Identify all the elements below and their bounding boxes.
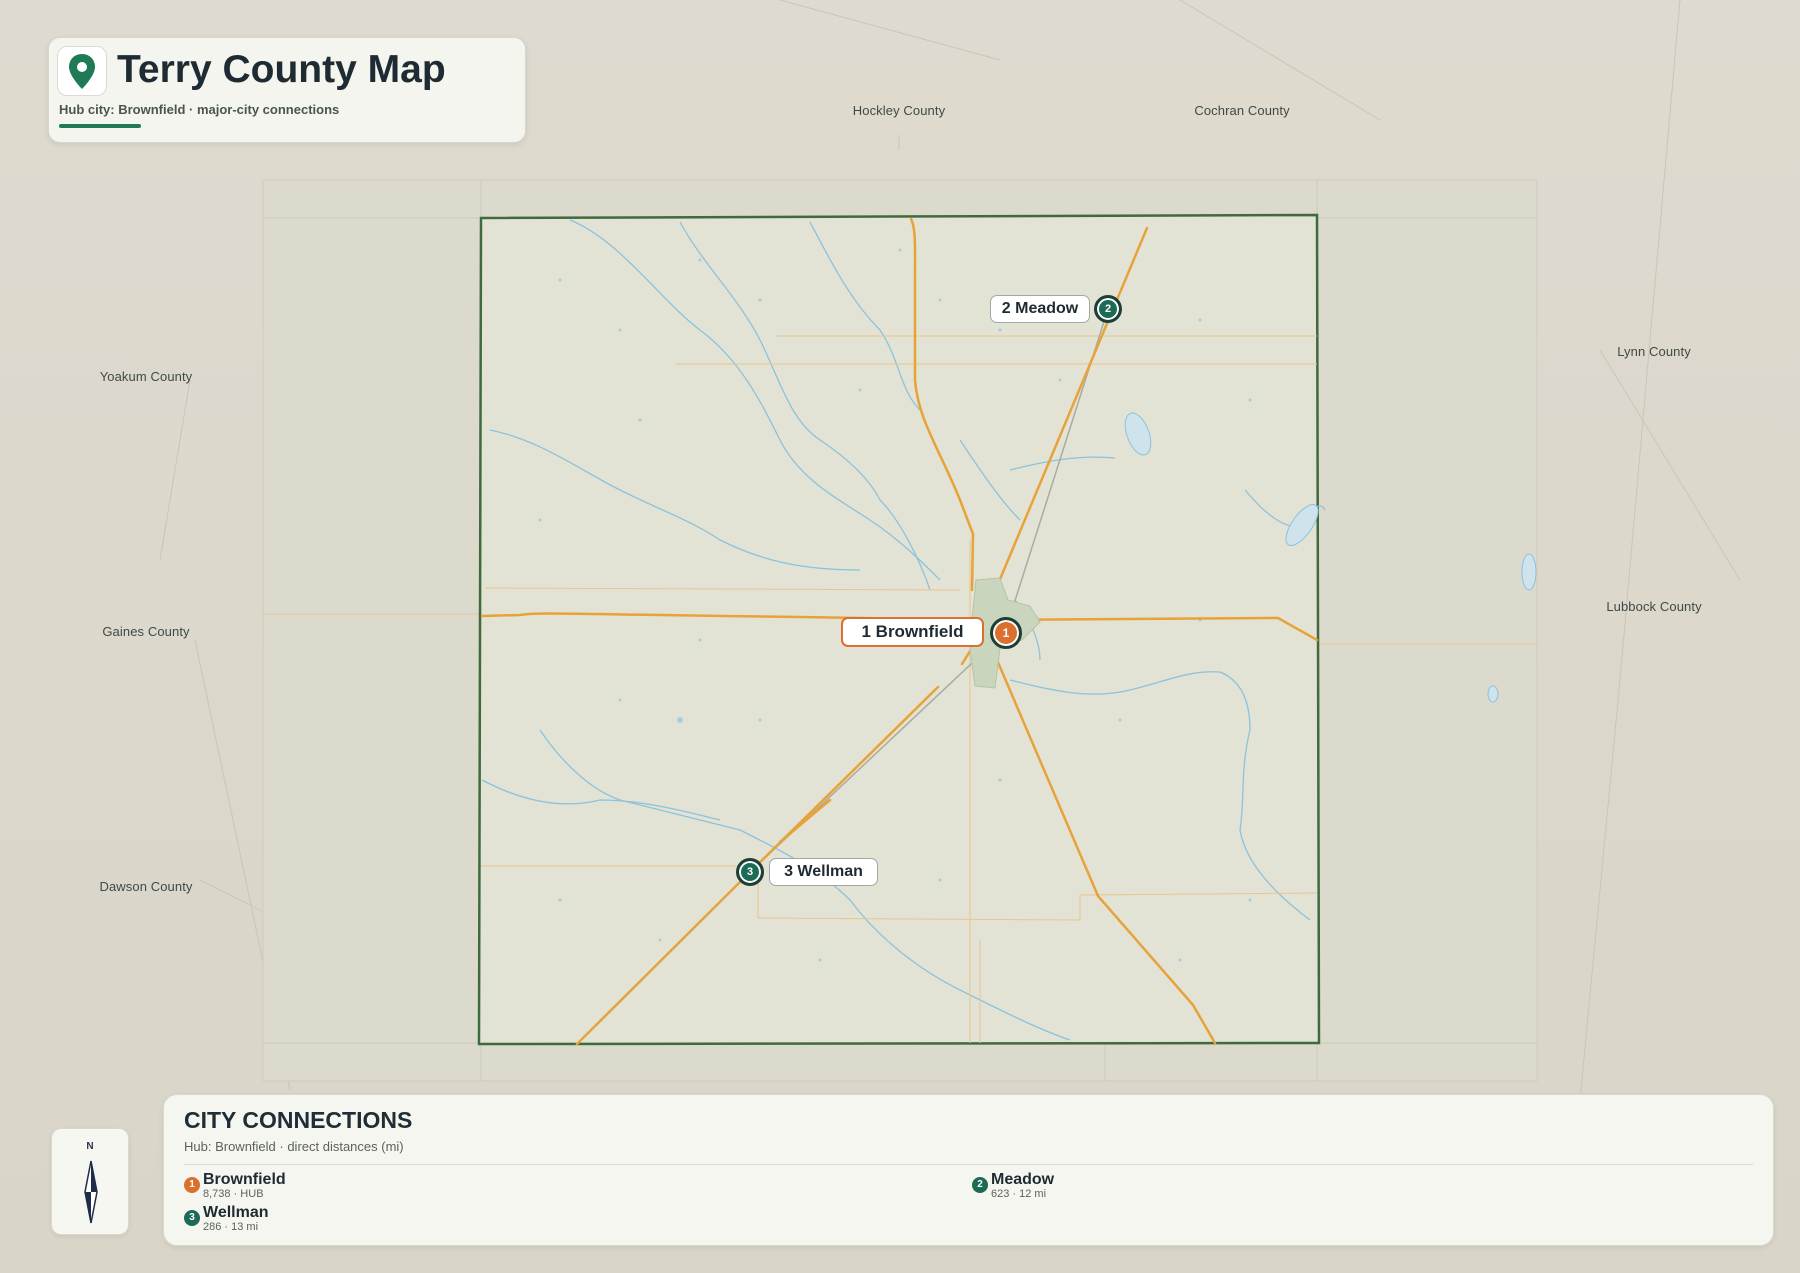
county-label-lubbock: Lubbock County	[1606, 599, 1702, 614]
connection-name-wellman: Wellman	[203, 1204, 269, 1221]
city-marker-meadow[interactable]: 2	[1094, 295, 1122, 323]
connection-name-meadow: Meadow	[991, 1171, 1055, 1188]
connection-meta-meadow: 623 · 12 mi	[991, 1188, 1047, 1200]
connections-subtitle: Hub: Brownfield · direct distances (mi)	[184, 1139, 404, 1154]
compass-north-label: N	[86, 1141, 94, 1152]
connection-badge-meadow: 2	[972, 1177, 988, 1193]
connection-meta-wellman: 286 · 13 mi	[203, 1221, 259, 1233]
city-label-meadow[interactable]: 2 Meadow	[990, 295, 1090, 323]
connection-meta-brownfield: 8,738 · HUB	[203, 1188, 264, 1200]
connection-name-brownfield: Brownfield	[203, 1171, 286, 1188]
connection-item-brownfield[interactable]: 1 Brownfield 8,738 · HUB	[184, 1171, 584, 1201]
connection-item-meadow[interactable]: 2 Meadow 623 · 12 mi	[972, 1171, 1372, 1201]
connection-badge-wellman: 3	[184, 1210, 200, 1226]
connections-title: CITY CONNECTIONS	[184, 1107, 413, 1133]
county-label-yoakum: Yoakum County	[100, 369, 193, 384]
connection-item-wellman[interactable]: 3 Wellman 286 · 13 mi	[184, 1204, 584, 1234]
city-connections-panel: CITY CONNECTIONS Hub: Brownfield · direc…	[163, 1094, 1774, 1246]
map-canvas[interactable]: Hockley County Cochran County Yoakum Cou…	[0, 0, 1800, 1273]
county-label-dawson: Dawson County	[99, 879, 192, 894]
connections-divider	[184, 1164, 1753, 1165]
title-card: Terry County Map Hub city: Brownfield · …	[48, 37, 526, 143]
page-title: Terry County Map	[117, 48, 446, 91]
connection-badge-brownfield: 1	[184, 1177, 200, 1193]
map-pin-icon	[57, 46, 107, 96]
city-marker-brownfield[interactable]: 1	[990, 617, 1022, 649]
map-pin-icon-svg	[69, 54, 95, 89]
page-subtitle: Hub city: Brownfield · major-city connec…	[59, 102, 340, 117]
city-marker-wellman[interactable]: 3	[736, 858, 764, 886]
city-label-brownfield[interactable]: 1 Brownfield	[841, 617, 984, 647]
compass: N	[51, 1128, 129, 1235]
county-label-hockley: Hockley County	[853, 103, 946, 118]
county-label-cochran: Cochran County	[1194, 103, 1290, 118]
title-accent-bar	[59, 124, 141, 128]
compass-arrow-icon	[84, 1160, 98, 1224]
county-label-lynn: Lynn County	[1617, 344, 1691, 359]
county-label-gaines: Gaines County	[102, 624, 190, 639]
city-label-wellman[interactable]: 3 Wellman	[769, 858, 878, 886]
